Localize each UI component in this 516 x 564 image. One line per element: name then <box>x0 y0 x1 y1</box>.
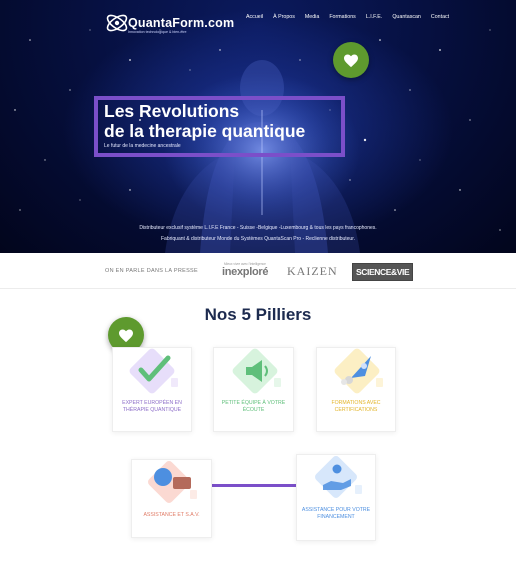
logo-tagline: Innovation technologique & bien-être <box>128 30 187 34</box>
nav-quantascan[interactable]: Quantascan <box>392 14 421 20</box>
hero-banner: QuantaForm.com Innovation technologique … <box>0 0 516 253</box>
pillar-card-formations[interactable]: FORMATIONS AVEC CERTIFICATIONS <box>316 347 396 432</box>
pillar-card-expert[interactable]: EXPERT EUROPÉEN EN THÉRAPIE QUANTIQUE <box>112 347 192 432</box>
favorite-heart-button[interactable] <box>333 42 369 78</box>
nav-a-propos[interactable]: À Propos <box>273 14 295 20</box>
nav-formations[interactable]: Formations <box>329 14 356 20</box>
press-logo-kaizen[interactable]: KAIZEN <box>287 264 338 279</box>
nav-contact[interactable]: Contact <box>431 14 449 20</box>
pillar-card-financement[interactable]: ASSISTANCE POUR VOTRE FINANCEMENT <box>296 454 376 541</box>
nav-life[interactable]: L.I.F.E. <box>366 14 383 20</box>
atom-logo-icon <box>106 14 128 32</box>
heart-icon <box>344 54 358 67</box>
pillar-label-equipe: PETITE ÉQUIPE À VOTRE ÉCOUTE <box>221 400 286 413</box>
press-label: ON EN PARLE DANS LA PRESSE <box>105 268 198 274</box>
distributor-text-1: Distributeur exclusif système L.I.F.E Fr… <box>139 225 377 231</box>
pillar-label-assistance-sav: ASSISTANCE ET S.A.V. <box>143 512 200 518</box>
hero-subtitle: Le futur de la medecine ancestrale <box>104 143 181 149</box>
pillar-label-formations: FORMATIONS AVEC CERTIFICATIONS <box>331 400 381 413</box>
check-icon <box>129 348 178 394</box>
main-nav: Accueil À Propos Media Formations L.I.F.… <box>246 14 459 20</box>
rocket-icon <box>334 348 383 394</box>
site-logo[interactable]: QuantaForm.com Innovation technologique … <box>104 9 234 41</box>
hero-title-line-2: de la therapie quantique <box>104 121 306 141</box>
nav-accueil[interactable]: Accueil <box>246 14 263 20</box>
megaphone-icon <box>232 348 281 394</box>
heart-icon <box>119 329 133 342</box>
distributor-text-2: Fabriquant & distributeur Monde du Systè… <box>161 236 355 242</box>
logo-text: QuantaForm.com <box>128 16 235 30</box>
pillar-card-equipe[interactable]: PETITE ÉQUIPE À VOTRE ÉCOUTE <box>213 347 294 432</box>
hero-title-line-1: Les Revolutions <box>104 101 240 121</box>
pillar-card-assistance-sav[interactable]: ASSISTANCE ET S.A.V. <box>131 459 212 538</box>
pillar-label-financement: ASSISTANCE POUR VOTRE FINANCEMENT <box>301 507 371 520</box>
press-logo-science-et-vie[interactable]: SCIENCE&VIE <box>352 263 414 281</box>
hand-money-icon <box>315 456 362 498</box>
nav-media[interactable]: Media <box>305 14 319 20</box>
chat-icon <box>148 461 197 503</box>
press-logo-inexplore[interactable]: inexploré <box>222 266 269 278</box>
section-title: Nos 5 Pilliers <box>204 305 312 324</box>
press-bar: ON EN PARLE DANS LA PRESSE Mieux vivre a… <box>0 253 516 289</box>
pillar-label-expert: EXPERT EUROPÉEN EN THÉRAPIE QUANTIQUE <box>122 400 182 413</box>
